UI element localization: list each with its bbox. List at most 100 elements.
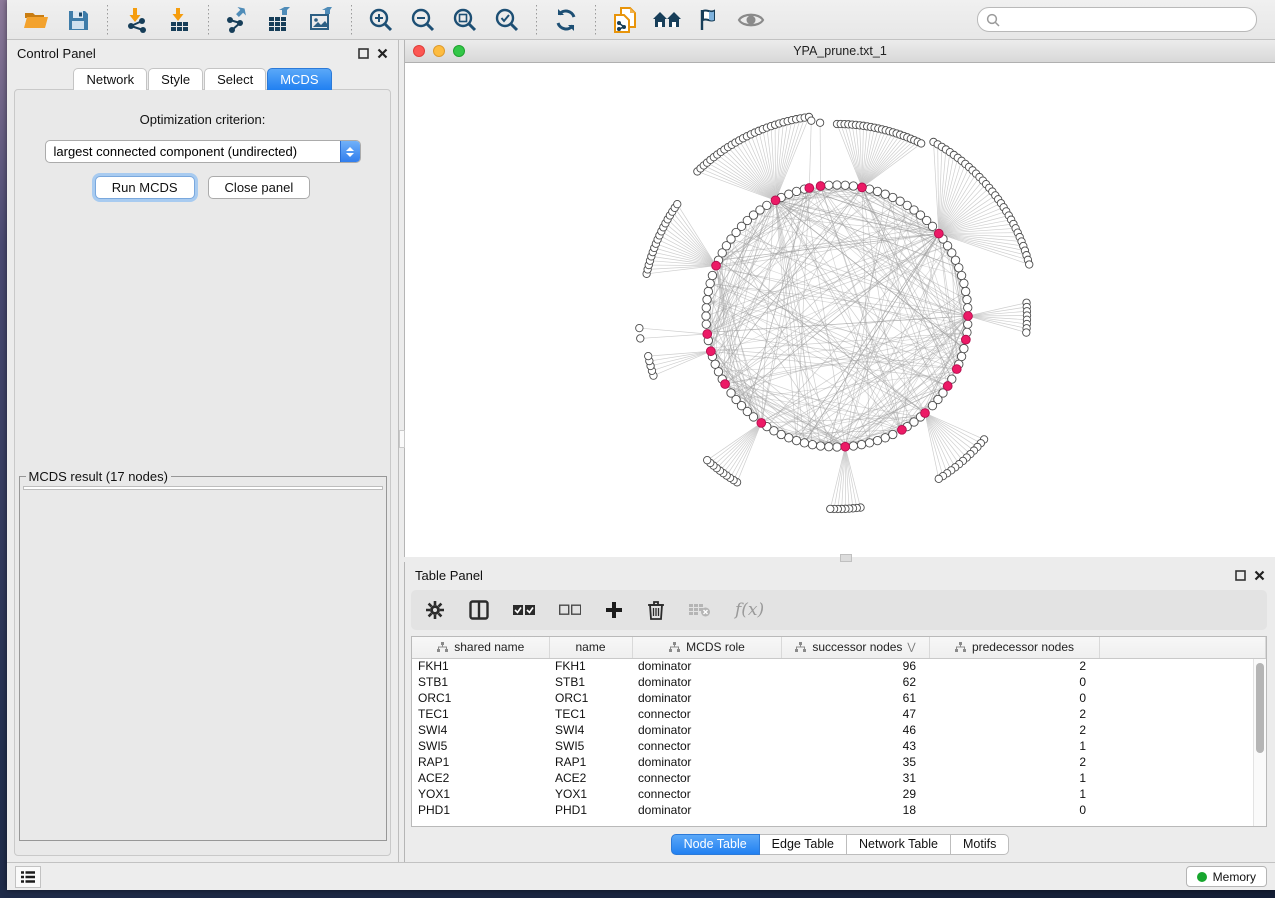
table-cell: SWI5 [412,738,549,754]
table-cell: dominator [632,802,781,818]
mcds-hub-node[interactable] [964,312,973,321]
show-hide-button[interactable] [732,4,770,36]
float-panel-icon[interactable] [1235,570,1246,581]
mcds-hub-node[interactable] [721,380,730,389]
import-table-button[interactable] [160,4,198,36]
delete-table-button[interactable] [689,595,711,625]
mcds-result-list[interactable]: PHD1CAR1STP4TID3YOX1SWI4SRD1PMA2FKH1ACE2… [23,486,383,490]
tab-motifs[interactable]: Motifs [951,834,1009,855]
show-columns-button[interactable] [469,595,489,625]
tab-select[interactable]: Select [204,68,266,90]
column-header-name[interactable]: name [549,637,632,658]
mcds-hub-node[interactable] [961,335,970,344]
tab-node-table[interactable]: Node Table [671,834,760,855]
splitter-handle[interactable] [840,554,852,562]
table-row[interactable]: STB1STB1dominator620 [412,674,1266,690]
toolbar-separator [595,5,596,35]
tab-mcds[interactable]: MCDS [267,68,331,90]
zoom-out-button[interactable] [404,4,442,36]
mcds-hub-node[interactable] [816,182,825,191]
zoom-in-button[interactable] [362,4,400,36]
column-header-predecessor-nodes[interactable]: predecessor nodes [929,637,1099,658]
tab-network-table[interactable]: Network Table [847,834,951,855]
main-area: Control Panel NetworkStyleSelectMCDS Opt… [7,40,1275,862]
mcds-hub-node[interactable] [703,330,712,339]
select-all-button[interactable] [513,595,535,625]
import-network-button[interactable] [118,4,156,36]
table-row[interactable]: TEC1TEC1connector472 [412,706,1266,722]
memory-button[interactable]: Memory [1186,866,1267,887]
mcds-hub-node[interactable] [757,419,766,428]
network-canvas[interactable] [405,63,1275,557]
delete-column-button[interactable] [647,595,665,625]
export-network-button[interactable] [219,4,257,36]
add-column-button[interactable] [605,595,623,625]
zoom-fit-button[interactable] [446,4,484,36]
mcds-hub-node[interactable] [771,196,780,205]
table-cell: connector [632,770,781,786]
network-from-selection-button[interactable] [606,4,644,36]
table-scrollbar[interactable] [1253,659,1266,826]
table-row[interactable]: ORC1ORC1dominator610 [412,690,1266,706]
function-builder-button[interactable]: f(x) [735,595,764,625]
apply-layout-button[interactable] [547,4,585,36]
table-row[interactable]: SWI5SWI5connector431 [412,738,1266,754]
search-input[interactable] [1005,13,1248,27]
table-options-button[interactable] [425,595,445,625]
table-row[interactable]: YOX1YOX1connector291 [412,786,1266,802]
table-row[interactable]: PHD1PHD1dominator180 [412,802,1266,818]
close-panel-icon[interactable] [1254,570,1265,581]
mcds-hub-node[interactable] [841,442,850,451]
mcds-hub-node[interactable] [805,184,814,193]
show-networks-button[interactable] [648,4,686,36]
graphics-details-button[interactable] [690,4,728,36]
tab-edge-table[interactable]: Edge Table [760,834,847,855]
optimization-criterion-select[interactable]: largest connected component (undirected) [45,140,361,163]
table-row[interactable]: RAP1RAP1dominator352 [412,754,1266,770]
mcds-hub-node[interactable] [934,229,943,238]
mcds-hub-node[interactable] [858,183,867,192]
mcds-hub-node[interactable] [943,382,952,391]
tab-network[interactable]: Network [73,68,147,90]
maximize-window-icon[interactable] [453,45,465,57]
table-row[interactable]: FKH1FKH1dominator962 [412,658,1266,674]
run-mcds-button[interactable]: Run MCDS [95,176,195,199]
table-cell: RAP1 [549,754,632,770]
close-panel-button[interactable]: Close panel [208,176,311,199]
column-header-successor-nodes[interactable]: successor nodes⋁ [781,637,929,658]
mcds-hub-node[interactable] [921,409,930,418]
mcds-hub-node[interactable] [712,261,721,270]
close-window-icon[interactable] [413,45,425,57]
zoom-selected-button[interactable] [488,4,526,36]
open-file-button[interactable] [17,4,55,36]
toolbar-separator [536,5,537,35]
table-cell: ACE2 [549,770,632,786]
float-panel-icon[interactable] [358,48,369,59]
deselect-all-button[interactable] [559,595,581,625]
table-scrollbar-thumb[interactable] [1256,663,1264,753]
network-graph[interactable] [405,63,1267,557]
table-cell: STB1 [412,674,549,690]
tab-style[interactable]: Style [148,68,203,90]
table-cell: 18 [781,802,929,818]
export-table-button[interactable] [261,4,299,36]
table-panel-titlebar: Table Panel [405,562,1275,588]
vertical-splitter[interactable] [398,40,404,862]
mcds-hub-node[interactable] [898,425,907,434]
mcds-node-item[interactable]: PHD1 [28,489,382,490]
table-row[interactable]: SWI4SWI4dominator462 [412,722,1266,738]
mcds-result-title: MCDS result (17 nodes) [26,469,171,484]
horizontal-splitter[interactable] [404,557,1275,562]
column-header-shared-name[interactable]: shared name [412,637,549,658]
export-image-button[interactable] [303,4,341,36]
table-cell: PHD1 [549,802,632,818]
optimization-criterion-value: largest connected component (undirected) [46,144,340,159]
minimize-window-icon[interactable] [433,45,445,57]
close-panel-icon[interactable] [377,48,388,59]
column-header-MCDS-role[interactable]: MCDS role [632,637,781,658]
mcds-hub-node[interactable] [952,365,961,374]
task-history-button[interactable] [15,866,41,888]
table-row[interactable]: ACE2ACE2connector311 [412,770,1266,786]
save-session-button[interactable] [59,4,97,36]
mcds-hub-node[interactable] [706,347,715,356]
